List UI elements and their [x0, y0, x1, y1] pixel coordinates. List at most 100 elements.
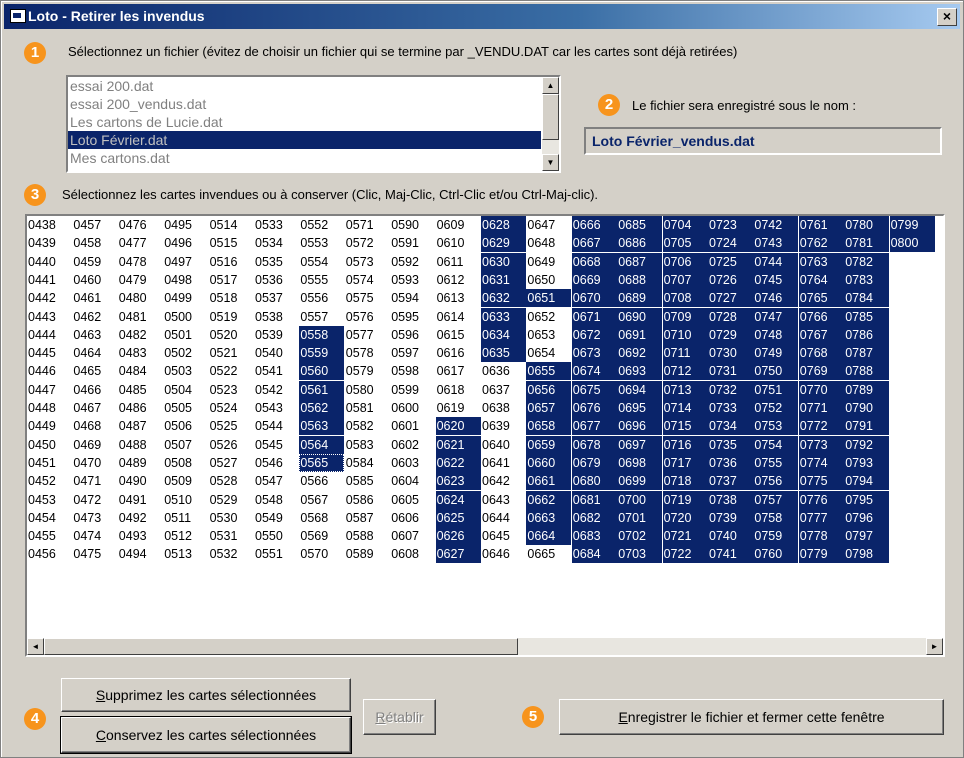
card-item[interactable]: 0563 — [299, 417, 345, 436]
card-item[interactable]: 0525 — [209, 417, 254, 435]
card-item[interactable]: 0456 — [27, 545, 72, 563]
card-item[interactable]: 0622 — [435, 453, 481, 472]
card-item[interactable]: 0528 — [209, 472, 254, 490]
card-item[interactable]: 0654 — [526, 344, 571, 362]
card-item[interactable]: 0615 — [436, 326, 481, 344]
card-item[interactable]: 0639 — [481, 417, 526, 435]
card-item[interactable]: 0755 — [753, 453, 799, 472]
card-item[interactable]: 0502 — [163, 344, 208, 362]
card-item[interactable]: 0725 — [708, 252, 753, 271]
card-item[interactable]: 0553 — [299, 234, 344, 252]
card-item[interactable]: 0506 — [163, 417, 208, 435]
card-item[interactable]: 0635 — [481, 344, 526, 363]
card-item[interactable]: 0609 — [436, 216, 481, 234]
card-item[interactable]: 0507 — [163, 436, 208, 454]
card-item[interactable]: 0441 — [27, 271, 72, 289]
card-item[interactable]: 0762 — [798, 234, 844, 253]
card-item[interactable]: 0770 — [798, 380, 844, 399]
card-item[interactable]: 0579 — [345, 362, 390, 380]
card-item[interactable]: 0442 — [27, 289, 72, 307]
card-item[interactable]: 0763 — [798, 252, 844, 271]
card-item[interactable]: 0549 — [254, 509, 299, 527]
card-item[interactable]: 0598 — [390, 362, 435, 380]
card-item[interactable]: 0792 — [844, 435, 890, 454]
card-item[interactable]: 0723 — [708, 216, 753, 234]
scroll-left-icon[interactable]: ◄ — [27, 638, 44, 655]
card-item[interactable]: 0752 — [753, 399, 799, 417]
card-item[interactable]: 0699 — [617, 472, 663, 491]
card-item[interactable]: 0583 — [345, 436, 390, 454]
card-item[interactable]: 0444 — [27, 326, 72, 344]
card-item[interactable]: 0521 — [209, 344, 254, 362]
card-item[interactable]: 0616 — [436, 344, 481, 362]
card-item[interactable]: 0491 — [118, 491, 163, 509]
card-item[interactable]: 0764 — [798, 270, 844, 289]
card-item[interactable]: 0468 — [72, 417, 117, 435]
card-item[interactable]: 0572 — [345, 234, 390, 252]
card-item[interactable]: 0543 — [254, 399, 299, 417]
card-item[interactable]: 0482 — [118, 326, 163, 344]
card-item[interactable]: 0698 — [617, 453, 663, 472]
card-item[interactable]: 0650 — [526, 271, 571, 289]
card-item[interactable]: 0621 — [435, 435, 481, 454]
card-item[interactable]: 0687 — [617, 252, 663, 271]
card-item[interactable]: 0700 — [617, 490, 663, 509]
card-item[interactable]: 0438 — [27, 216, 72, 234]
card-item[interactable]: 0594 — [390, 289, 435, 307]
card-item[interactable]: 0486 — [118, 399, 163, 417]
card-item[interactable]: 0653 — [526, 326, 571, 344]
card-item[interactable]: 0643 — [481, 491, 526, 509]
card-item[interactable]: 0757 — [753, 490, 799, 509]
card-item[interactable]: 0488 — [118, 436, 163, 454]
card-item[interactable]: 0485 — [118, 381, 163, 399]
card-item[interactable]: 0494 — [118, 545, 163, 563]
card-item[interactable]: 0489 — [118, 454, 163, 472]
card-item[interactable]: 0497 — [163, 253, 208, 271]
card-item[interactable]: 0781 — [844, 234, 890, 253]
card-item[interactable]: 0474 — [72, 527, 117, 545]
card-item[interactable]: 0501 — [163, 326, 208, 344]
card-item[interactable]: 0705 — [662, 234, 708, 253]
card-item[interactable]: 0791 — [844, 417, 890, 436]
card-item[interactable]: 0593 — [390, 271, 435, 289]
card-item[interactable]: 0564 — [299, 435, 345, 454]
card-item[interactable]: 0776 — [798, 490, 844, 509]
card-item[interactable]: 0518 — [209, 289, 254, 307]
card-item[interactable]: 0691 — [617, 325, 663, 344]
card-item[interactable]: 0626 — [435, 527, 481, 546]
card-item[interactable]: 0470 — [72, 454, 117, 472]
card-item[interactable]: 0445 — [27, 344, 72, 362]
card-item[interactable]: 0671 — [571, 307, 617, 326]
card-item[interactable]: 0734 — [708, 417, 753, 436]
card-item[interactable]: 0558 — [299, 325, 345, 344]
card-item[interactable]: 0565 — [299, 453, 345, 472]
card-item[interactable]: 0678 — [571, 435, 617, 454]
card-item[interactable]: 0447 — [27, 381, 72, 399]
card-item[interactable]: 0684 — [571, 545, 617, 564]
card-item[interactable]: 0782 — [844, 252, 890, 271]
card-item[interactable]: 0605 — [390, 491, 435, 509]
card-item[interactable]: 0780 — [844, 216, 890, 234]
card-item[interactable]: 0611 — [436, 253, 481, 271]
card-item[interactable]: 0599 — [390, 381, 435, 399]
card-item[interactable]: 0738 — [708, 490, 753, 509]
card-item[interactable]: 0505 — [163, 399, 208, 417]
card-item[interactable]: 0692 — [617, 344, 663, 363]
card-item[interactable]: 0508 — [163, 454, 208, 472]
card-item[interactable]: 0440 — [27, 253, 72, 271]
card-item[interactable]: 0797 — [844, 527, 890, 546]
card-item[interactable]: 0675 — [571, 380, 617, 399]
card-item[interactable]: 0689 — [617, 289, 663, 308]
file-list-item[interactable]: Mes cartons.dat — [68, 149, 541, 167]
card-item[interactable]: 0785 — [844, 307, 890, 326]
card-item[interactable]: 0727 — [708, 289, 753, 308]
card-item[interactable]: 0749 — [753, 344, 799, 363]
card-item[interactable]: 0570 — [299, 545, 344, 563]
card-item[interactable]: 0721 — [662, 527, 708, 546]
card-item[interactable]: 0655 — [526, 362, 572, 381]
card-item[interactable]: 0582 — [345, 417, 390, 435]
card-item[interactable]: 0646 — [481, 545, 526, 563]
card-item[interactable]: 0546 — [254, 454, 299, 472]
card-item[interactable]: 0693 — [617, 362, 663, 381]
card-item[interactable]: 0735 — [708, 435, 753, 454]
